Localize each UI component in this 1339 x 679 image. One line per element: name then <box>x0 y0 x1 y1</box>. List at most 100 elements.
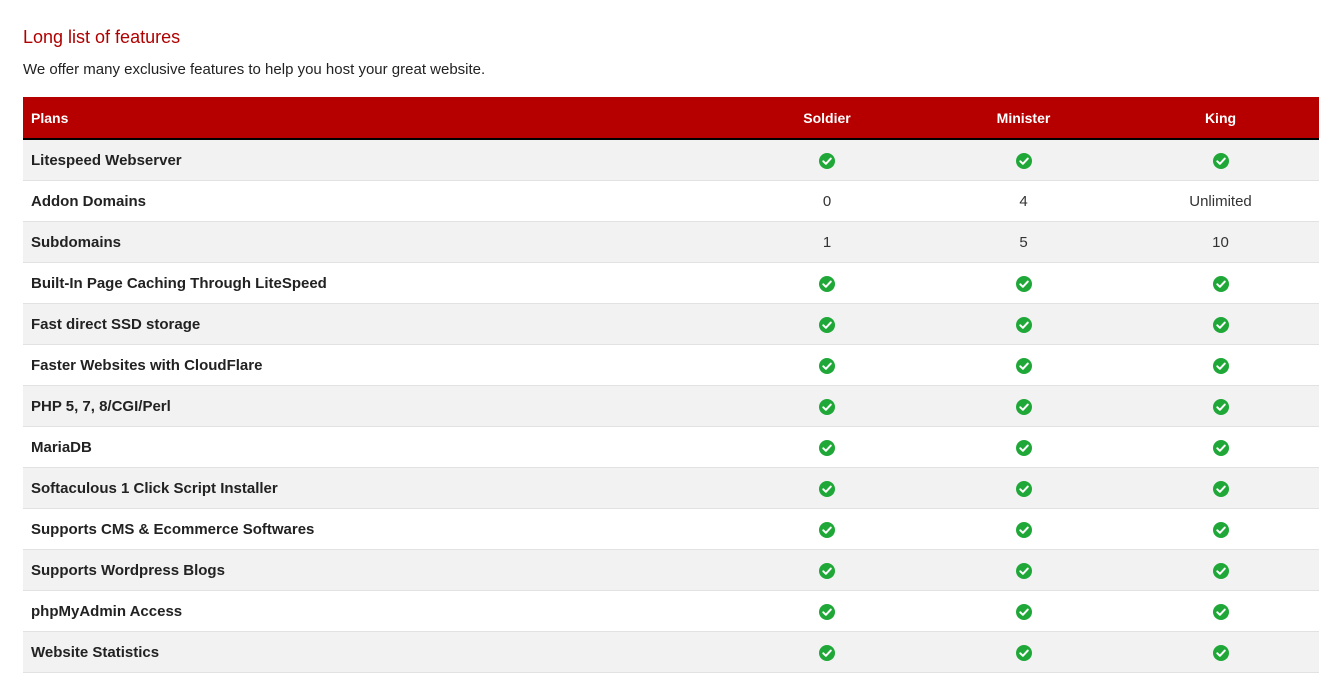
check-icon <box>1212 603 1229 620</box>
feature-name: Softaculous 1 Click Script Installer <box>23 467 729 509</box>
check-icon <box>1212 439 1229 456</box>
feature-name: phpMyAdmin Access <box>23 590 729 632</box>
cell-king <box>1122 631 1319 673</box>
features-table: Plans Soldier Minister King Litespeed We… <box>23 97 1319 673</box>
cell-minister <box>925 139 1122 181</box>
check-icon <box>1015 521 1032 538</box>
feature-rows: Litespeed Webserver Addon Domains 0 4 Unlimi… <box>23 139 1319 673</box>
check-icon <box>1212 357 1229 374</box>
check-icon <box>819 644 835 661</box>
check-icon <box>1212 480 1229 497</box>
header-soldier: Soldier <box>729 97 925 140</box>
check-icon <box>1015 562 1032 579</box>
feature-name: Supports CMS & Ecommerce Softwares <box>23 508 729 550</box>
cell-minister <box>925 508 1122 550</box>
cell-soldier <box>729 303 925 345</box>
check-icon <box>1212 152 1229 169</box>
cell-value: 5 <box>1019 233 1028 251</box>
cell-soldier <box>729 385 925 427</box>
cell-soldier <box>729 426 925 468</box>
check-icon <box>1015 603 1032 620</box>
feature-name: Website Statistics <box>23 631 729 673</box>
check-icon <box>1015 644 1032 661</box>
cell-soldier <box>729 508 925 550</box>
cell-king: 10 <box>1122 221 1319 263</box>
cell-value: 1 <box>822 233 832 251</box>
feature-name: Fast direct SSD storage <box>23 303 729 345</box>
feature-name: Subdomains <box>23 221 729 263</box>
check-icon <box>1015 357 1032 374</box>
check-icon <box>819 603 835 620</box>
cell-king <box>1122 385 1319 427</box>
cell-minister <box>925 590 1122 632</box>
cell-king <box>1122 426 1319 468</box>
cell-soldier <box>729 467 925 509</box>
cell-minister: 5 <box>925 221 1122 263</box>
check-icon <box>1212 398 1229 415</box>
table-row: Litespeed Webserver <box>23 139 1319 181</box>
check-icon <box>819 480 835 497</box>
cell-minister <box>925 385 1122 427</box>
table-row: Supports Wordpress Blogs <box>23 549 1319 591</box>
cell-king <box>1122 467 1319 509</box>
cell-soldier <box>729 549 925 591</box>
cell-king <box>1122 139 1319 181</box>
check-icon <box>819 398 835 415</box>
cell-king <box>1122 508 1319 550</box>
check-icon <box>1212 562 1229 579</box>
check-icon <box>819 316 835 333</box>
section-title: Long list of features <box>23 27 181 47</box>
feature-name: Addon Domains <box>23 180 729 222</box>
cell-king <box>1122 262 1319 304</box>
cell-value: 0 <box>822 192 832 210</box>
check-icon <box>819 562 835 579</box>
table-row: Built-In Page Caching Through LiteSpeed <box>23 262 1319 304</box>
cell-soldier <box>729 590 925 632</box>
cell-soldier <box>729 139 925 181</box>
cell-soldier: 0 <box>729 180 925 222</box>
check-icon <box>1015 316 1032 333</box>
feature-name: Litespeed Webserver <box>23 139 729 181</box>
check-icon <box>819 275 835 292</box>
cell-value: 10 <box>1212 233 1229 251</box>
check-icon <box>1015 275 1032 292</box>
table-row: Subdomains 1 5 10 <box>23 221 1319 263</box>
cell-minister <box>925 467 1122 509</box>
feature-name: PHP 5, 7, 8/CGI/Perl <box>23 385 729 427</box>
check-icon <box>1212 275 1229 292</box>
feature-name: Built-In Page Caching Through LiteSpeed <box>23 262 729 304</box>
table-row: Faster Websites with CloudFlare <box>23 344 1319 386</box>
table-row: MariaDB <box>23 426 1319 468</box>
cell-king <box>1122 590 1319 632</box>
check-icon <box>1015 152 1032 169</box>
cell-king: Unlimited <box>1122 180 1319 222</box>
cell-minister <box>925 303 1122 345</box>
cell-minister: 4 <box>925 180 1122 222</box>
check-icon <box>1212 521 1229 538</box>
table-header-row: Plans Soldier Minister King <box>23 97 1319 140</box>
check-icon <box>1212 644 1229 661</box>
check-icon <box>819 521 835 538</box>
check-icon <box>1015 480 1032 497</box>
check-icon <box>819 439 835 456</box>
table-row: phpMyAdmin Access <box>23 590 1319 632</box>
cell-value: 4 <box>1019 192 1028 210</box>
cell-king <box>1122 344 1319 386</box>
cell-king <box>1122 303 1319 345</box>
check-icon <box>819 357 835 374</box>
table-row: Softaculous 1 Click Script Installer <box>23 467 1319 509</box>
table-row: Website Statistics <box>23 631 1319 673</box>
feature-name: Faster Websites with CloudFlare <box>23 344 729 386</box>
table-row: PHP 5, 7, 8/CGI/Perl <box>23 385 1319 427</box>
cell-soldier <box>729 344 925 386</box>
cell-minister <box>925 262 1122 304</box>
cell-minister <box>925 344 1122 386</box>
table-row: Fast direct SSD storage <box>23 303 1319 345</box>
check-icon <box>1015 439 1032 456</box>
header-minister: Minister <box>925 97 1122 140</box>
header-king: King <box>1122 97 1319 140</box>
cell-minister <box>925 549 1122 591</box>
cell-soldier <box>729 631 925 673</box>
cell-minister <box>925 426 1122 468</box>
cell-minister <box>925 631 1122 673</box>
